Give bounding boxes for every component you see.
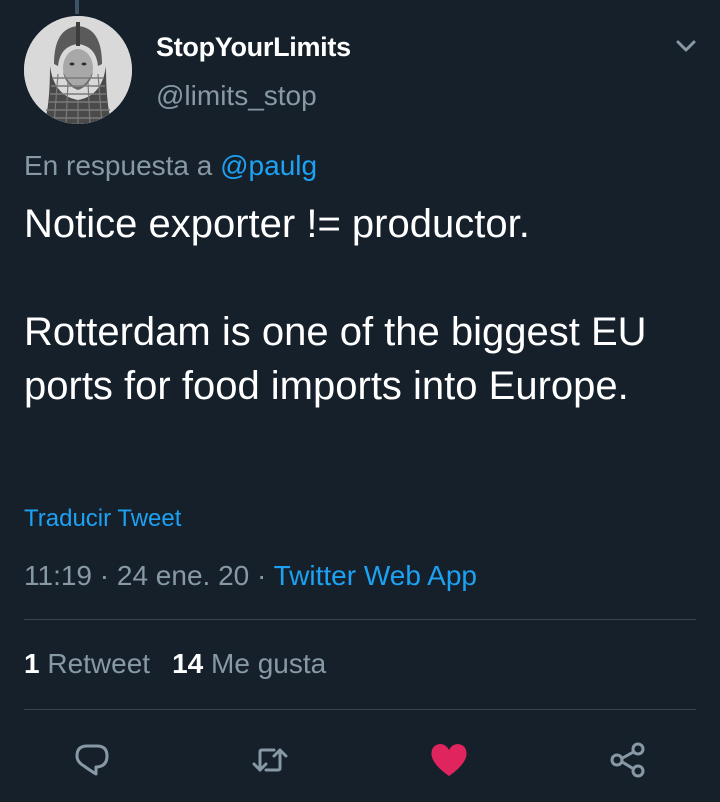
avatar-image xyxy=(24,16,132,124)
like-count: 14 xyxy=(172,648,204,679)
avatar[interactable] xyxy=(24,16,132,124)
like-label: Me gusta xyxy=(211,648,327,679)
reply-icon xyxy=(75,744,109,776)
retweets-stat[interactable]: 1 Retweet xyxy=(24,648,150,679)
share-icon xyxy=(610,742,645,778)
divider xyxy=(24,709,696,710)
display-name[interactable]: StopYourLimits xyxy=(156,32,351,63)
translate-tweet-link[interactable]: Traducir Tweet xyxy=(24,505,181,533)
tweet-source-link[interactable]: Twitter Web App xyxy=(274,560,477,591)
divider xyxy=(24,619,696,620)
tweet-text-paragraph: Rotterdam is one of the biggest EU ports… xyxy=(24,310,647,408)
reply-prefix: En respuesta a xyxy=(24,150,213,181)
tweet-metadata: 11:19 · 24 ene. 20 · Twitter Web App xyxy=(24,560,477,592)
like-button[interactable] xyxy=(429,740,469,780)
heart-icon xyxy=(431,744,467,776)
tweet-text-paragraph: Notice exporter != productor. xyxy=(24,202,530,246)
retweet-label: Retweet xyxy=(47,648,151,679)
retweet-button[interactable] xyxy=(250,740,290,780)
retweet-icon xyxy=(252,748,288,772)
tweet-text: Notice exporter != productor. Rotterdam … xyxy=(24,197,696,413)
reply-context: En respuesta a @paulg xyxy=(24,150,317,182)
meta-separator: · xyxy=(249,560,274,591)
reply-mention-link[interactable]: @paulg xyxy=(220,150,317,181)
retweet-count: 1 xyxy=(24,648,40,679)
engagement-stats: 1 Retweet 14 Me gusta xyxy=(24,648,326,680)
likes-stat[interactable]: 14 Me gusta xyxy=(172,648,326,679)
reply-button[interactable] xyxy=(72,740,112,780)
share-button[interactable] xyxy=(608,740,648,780)
user-handle[interactable]: @limits_stop xyxy=(156,80,317,112)
tweet-timestamp[interactable]: 11:19 · 24 ene. 20 xyxy=(24,560,249,591)
thread-connector-line xyxy=(75,0,79,14)
chevron-down-icon[interactable] xyxy=(672,36,700,56)
